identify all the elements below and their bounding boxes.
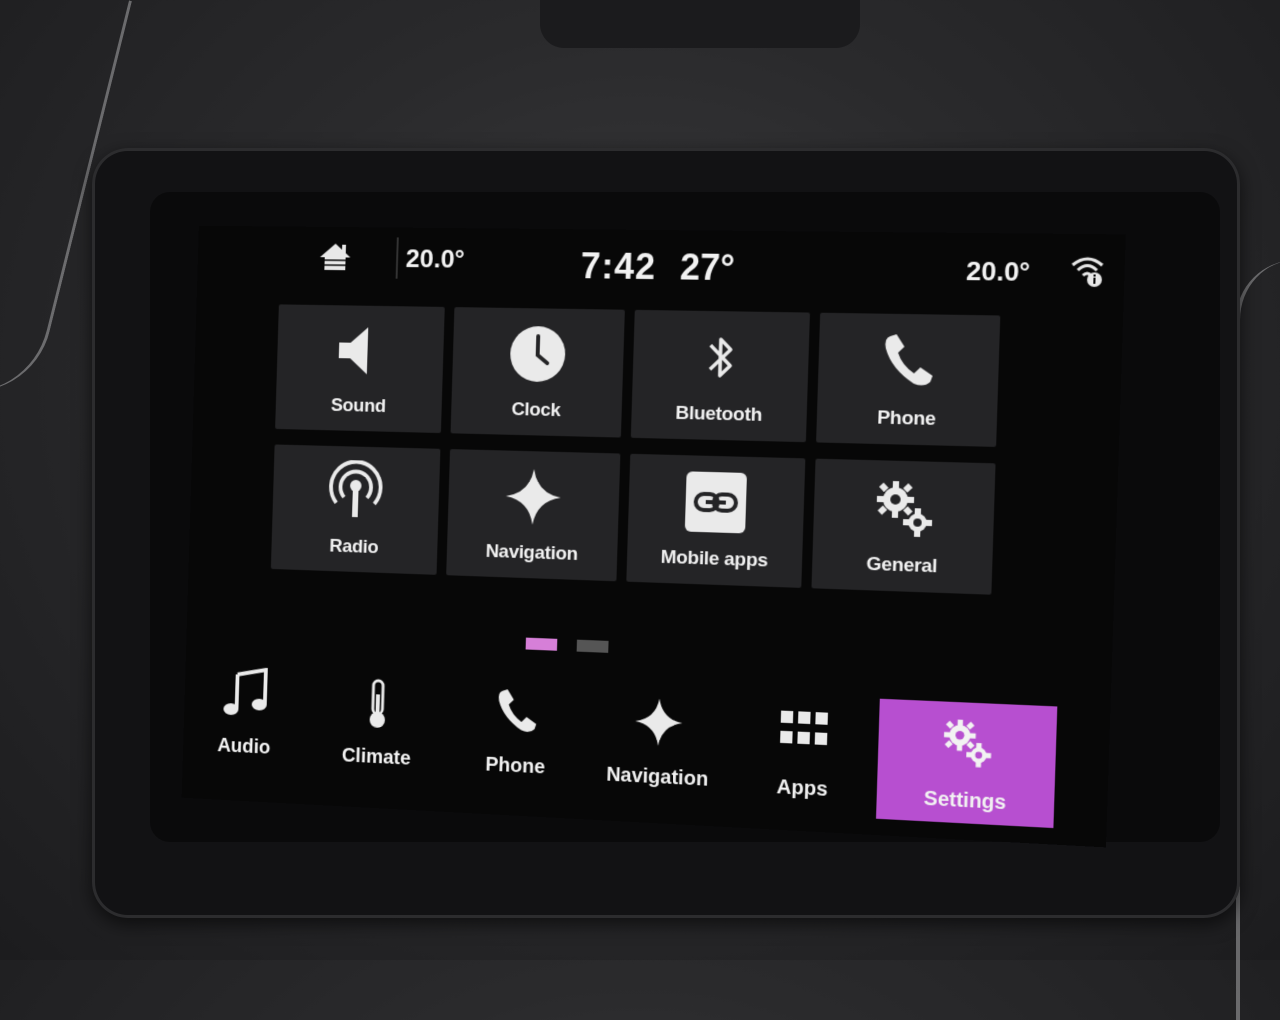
nav-label: Navigation [606,764,709,792]
nav-settings[interactable]: Settings [876,699,1057,828]
nav-label: Climate [341,745,411,771]
tile-navigation[interactable]: Navigation [446,449,620,581]
driver-temperature[interactable]: 20.0° [405,243,465,274]
nav-label: Settings [923,788,1006,816]
navigation-star-icon [631,694,687,751]
nav-label: Audio [217,735,271,760]
tile-bluetooth[interactable]: Bluetooth [631,310,810,442]
tile-radio[interactable]: Radio [271,444,441,574]
tile-label: Clock [511,399,561,422]
nav-climate[interactable]: Climate [314,662,442,781]
wifi-info-icon[interactable] [1069,253,1106,289]
status-bar: 20.0° 7:42 27° 20.0° [197,226,1126,297]
nav-label: Phone [485,754,545,780]
tile-general[interactable]: General [811,459,995,595]
tile-label: Mobile apps [660,547,768,573]
clock-icon [505,322,570,387]
infotainment-screen: 20.0° 7:42 27° 20.0° Sound [182,226,1126,848]
tile-label: Phone [877,407,936,431]
home-icon[interactable] [318,241,353,273]
dashboard-vent-notch [540,0,860,48]
bluetooth-icon [687,325,753,391]
gears-icon [938,714,996,772]
nav-navigation[interactable]: Navigation [592,680,725,802]
apps-grid-icon [775,704,832,761]
tile-label: Navigation [485,541,578,566]
phone-icon [490,684,544,740]
page-indicator-active[interactable] [526,638,558,651]
gears-icon [869,474,937,541]
tile-sound[interactable]: Sound [275,304,445,433]
tile-clock[interactable]: Clock [451,307,625,437]
dashboard-trim-right [1236,260,1280,1020]
tile-label: Radio [329,536,378,559]
thermometer-icon [351,676,404,731]
radio-antenna-icon [324,460,387,524]
clock-display: 7:42 [580,245,657,288]
tile-label: General [866,554,938,579]
page-indicator-inactive[interactable] [577,640,609,653]
phone-icon [874,328,942,395]
passenger-temperature[interactable]: 20.0° [966,255,1031,288]
nav-phone[interactable]: Phone [451,670,581,791]
nav-label: Apps [776,776,828,802]
nav-audio[interactable]: Audio [183,653,308,771]
speaker-icon [329,319,392,383]
navigation-star-icon [501,464,566,529]
tile-label: Bluetooth [675,403,762,427]
tile-phone[interactable]: Phone [816,313,1000,447]
status-divider [396,237,399,278]
outside-temperature: 27° [679,246,735,289]
tile-mobile-apps[interactable]: Mobile apps [626,454,805,588]
tile-label: Sound [330,395,386,418]
music-note-icon [219,666,271,721]
link-icon [683,469,749,535]
nav-apps[interactable]: Apps [735,691,871,815]
